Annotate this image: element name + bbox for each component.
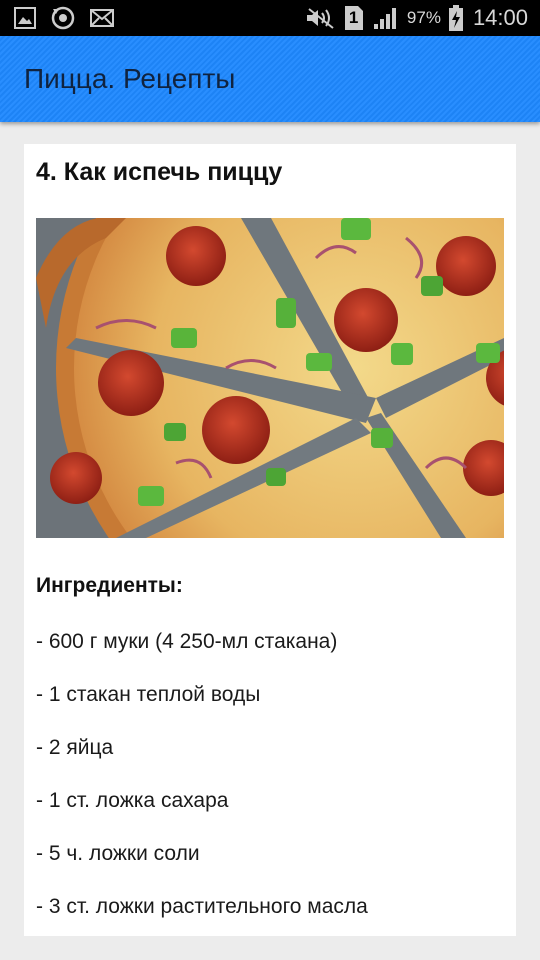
ingredients-heading: Ингредиенты:	[36, 574, 183, 597]
ingredient-item: - 1 стакан теплой воды	[36, 683, 261, 706]
mail-icon	[90, 9, 114, 27]
status-bar: 1 97% 14:00	[0, 0, 540, 36]
ingredient-item: - 1 ст. ложка сахара	[36, 789, 229, 812]
ingredients-list: - 600 г муки (4 250-мл стакана) - 1 стак…	[36, 630, 368, 948]
sim-icon: 1	[343, 5, 365, 31]
sim-slot-label: 1	[348, 8, 359, 27]
app-bar: Пицца. Рецепты	[0, 36, 540, 122]
ingredient-item: - 3 ст. ложки растительного масла	[36, 895, 368, 918]
pizza-photo	[36, 218, 504, 538]
ingredient-item: - 5 ч. ложки соли	[36, 842, 200, 865]
gallery-icon	[14, 7, 36, 29]
recipe-card: 4. Как испечь пиццу Ингредиенты: - 600 г…	[24, 144, 516, 936]
sync-icon	[50, 5, 76, 31]
signal-icon	[373, 6, 399, 30]
app-title: Пицца. Рецепты	[24, 63, 236, 94]
status-time: 14:00	[472, 5, 528, 30]
mute-icon	[305, 7, 335, 29]
ingredient-item: - 600 г муки (4 250-мл стакана)	[36, 630, 338, 653]
battery-percent: 97%	[406, 8, 441, 27]
recipe-title: 4. Как испечь пиццу	[36, 158, 283, 186]
battery-icon	[448, 5, 463, 31]
ingredient-item: - 2 яйца	[36, 736, 114, 759]
